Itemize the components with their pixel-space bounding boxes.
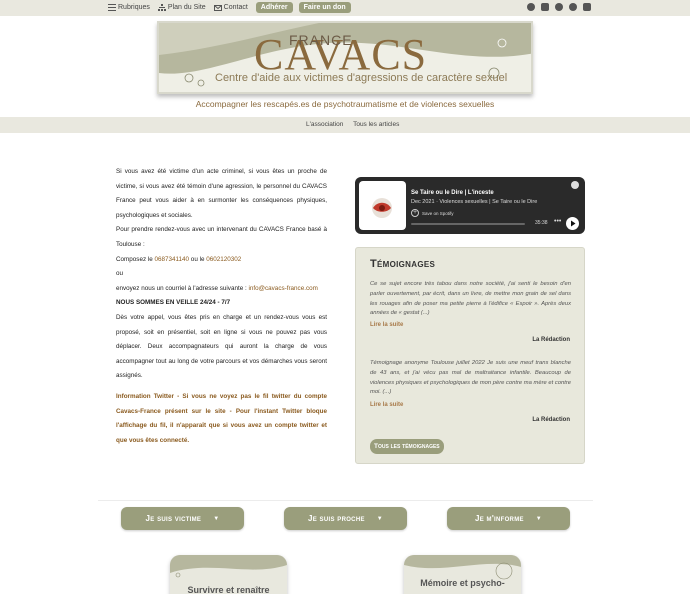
phone-paragraph: Composez le 0687341140 ou le 0602120302	[116, 253, 327, 268]
instagram-icon[interactable]	[583, 3, 591, 11]
section-divider	[98, 500, 593, 501]
card-survivre[interactable]: Survivre et renaître	[170, 555, 287, 594]
faire-un-don-button[interactable]: Faire un don	[298, 2, 351, 13]
podcast-cover	[359, 181, 406, 230]
sitemap-icon	[157, 4, 166, 11]
episode-subtitle: Dec 2021 · Violences sexuelles | Se Tair…	[411, 199, 538, 205]
card-wave-decoration	[404, 555, 521, 580]
social-links	[521, 3, 591, 11]
plan-du-site-link[interactable]: Plan du Site	[157, 4, 206, 11]
chevron-down-icon: ▼	[213, 515, 220, 522]
twitter-info: Information Twitter - Si vous ne voyez p…	[116, 392, 327, 444]
subnav-item-association[interactable]: L'association	[306, 121, 343, 128]
card-memoire[interactable]: Mémoire et psycho-	[404, 555, 521, 594]
sub-nav: L'association Tous les articles	[0, 117, 690, 133]
veille-notice: NOUS SOMMES EN VEILLE 24/24 - 7/7	[116, 299, 231, 307]
top-bar: Rubriques Plan du Site Contact Adhérer F…	[0, 0, 690, 16]
phone-separator: ou le	[189, 255, 207, 263]
phone-link-1[interactable]: 0687341140	[155, 256, 190, 263]
spotify-embed[interactable]: Se Taire ou le Dire | L'inceste Dec 2021…	[355, 177, 585, 234]
temoignages-panel: Témoignages Ce se sujet encore très tabo…	[355, 247, 585, 464]
facebook-icon[interactable]	[569, 3, 577, 11]
youtube-icon[interactable]	[541, 3, 549, 11]
intro-paragraph: Si vous avez été victime d'un acte crimi…	[116, 168, 327, 219]
rubriques-label: Rubriques	[118, 4, 150, 11]
phone-prefix: Composez le	[116, 255, 155, 263]
card-title-memoire: Mémoire et psycho-	[420, 578, 505, 588]
rdv-paragraph: Pour prendre rendez-vous avec un interve…	[116, 226, 327, 248]
episode-title[interactable]: Se Taire ou le Dire | L'inceste	[411, 190, 494, 196]
temoignage-author-1: La Rédaction	[532, 337, 570, 343]
episode-duration: 35:38	[535, 220, 548, 226]
spotify-icon[interactable]	[527, 3, 535, 11]
read-more-link-1[interactable]: Lire la suite	[370, 322, 403, 328]
plus-icon: +	[411, 209, 419, 217]
prise-en-charge-paragraph: Dès votre appel, vous êtes pris en charg…	[116, 313, 327, 380]
read-more-link-2[interactable]: Lire la suite	[370, 402, 403, 408]
or-text: ou	[116, 270, 124, 278]
podcast-cover-image	[372, 198, 392, 218]
twitter-icon[interactable]	[555, 3, 563, 11]
je-m-informe-button[interactable]: Je m'informe ▼	[447, 507, 570, 530]
site-logo[interactable]: CAVACS FRANCE Centre d'aide aux victimes…	[157, 21, 533, 94]
intro-text: Si vous avez été victime d'un acte crimi…	[116, 165, 327, 448]
save-on-spotify[interactable]: + Save on Spotify	[411, 209, 454, 217]
save-label: Save on Spotify	[422, 210, 454, 216]
play-icon	[571, 220, 576, 227]
logo-baseline: Centre d'aide aux victimes d'agressions …	[215, 72, 508, 84]
contact-label: Contact	[223, 4, 248, 11]
temoignage-quote-1: Ce se sujet encore très tabou dans notre…	[370, 281, 571, 317]
card-title-survivre: Survivre et renaître	[187, 585, 270, 594]
spotify-logo-icon	[571, 181, 579, 189]
rubriques-link[interactable]: Rubriques	[108, 4, 150, 11]
play-button[interactable]	[566, 217, 579, 230]
logo-france: FRANCE	[289, 32, 353, 48]
phone-link-2[interactable]: 0602120302	[206, 256, 241, 263]
contact-link[interactable]: Contact	[213, 4, 248, 11]
je-suis-proche-button[interactable]: Je suis proche ▼	[284, 507, 407, 530]
je-suis-victime-button[interactable]: Je suis victime ▼	[121, 507, 244, 530]
temoignage-quote-2: Témoignage anonyme Toulouse juillet 2022…	[370, 360, 571, 396]
informe-label: Je m'informe	[474, 514, 524, 523]
email-prefix: envoyez nous un courriel à l'adresse sui…	[116, 284, 249, 292]
victime-label: Je suis victime	[145, 514, 202, 523]
all-temoignages-button[interactable]: Tous les témoignages	[370, 439, 444, 454]
temoignage-author-2: La Rédaction	[532, 417, 570, 423]
list-icon	[108, 4, 116, 11]
temoignages-heading: Témoignages	[370, 258, 436, 270]
site-tagline: Accompagner les rescapés.es de psychotra…	[195, 99, 495, 109]
top-nav: Rubriques Plan du Site Contact Adhérer F…	[108, 2, 357, 13]
email-paragraph: envoyez nous un courriel à l'adresse sui…	[116, 282, 327, 297]
chevron-down-icon: ▼	[535, 515, 543, 522]
adherer-button[interactable]: Adhérer	[255, 2, 293, 13]
subnav-item-articles[interactable]: Tous les articles	[353, 121, 399, 128]
progress-bar[interactable]	[411, 223, 525, 225]
proche-label: Je suis proche	[307, 514, 365, 523]
plan-label: Plan du Site	[167, 4, 206, 11]
chevron-down-icon: ▼	[376, 515, 384, 522]
email-link[interactable]: info@cavacs-france.com	[248, 285, 317, 292]
more-options-icon[interactable]: •••	[554, 218, 561, 225]
envelope-icon	[213, 4, 222, 11]
